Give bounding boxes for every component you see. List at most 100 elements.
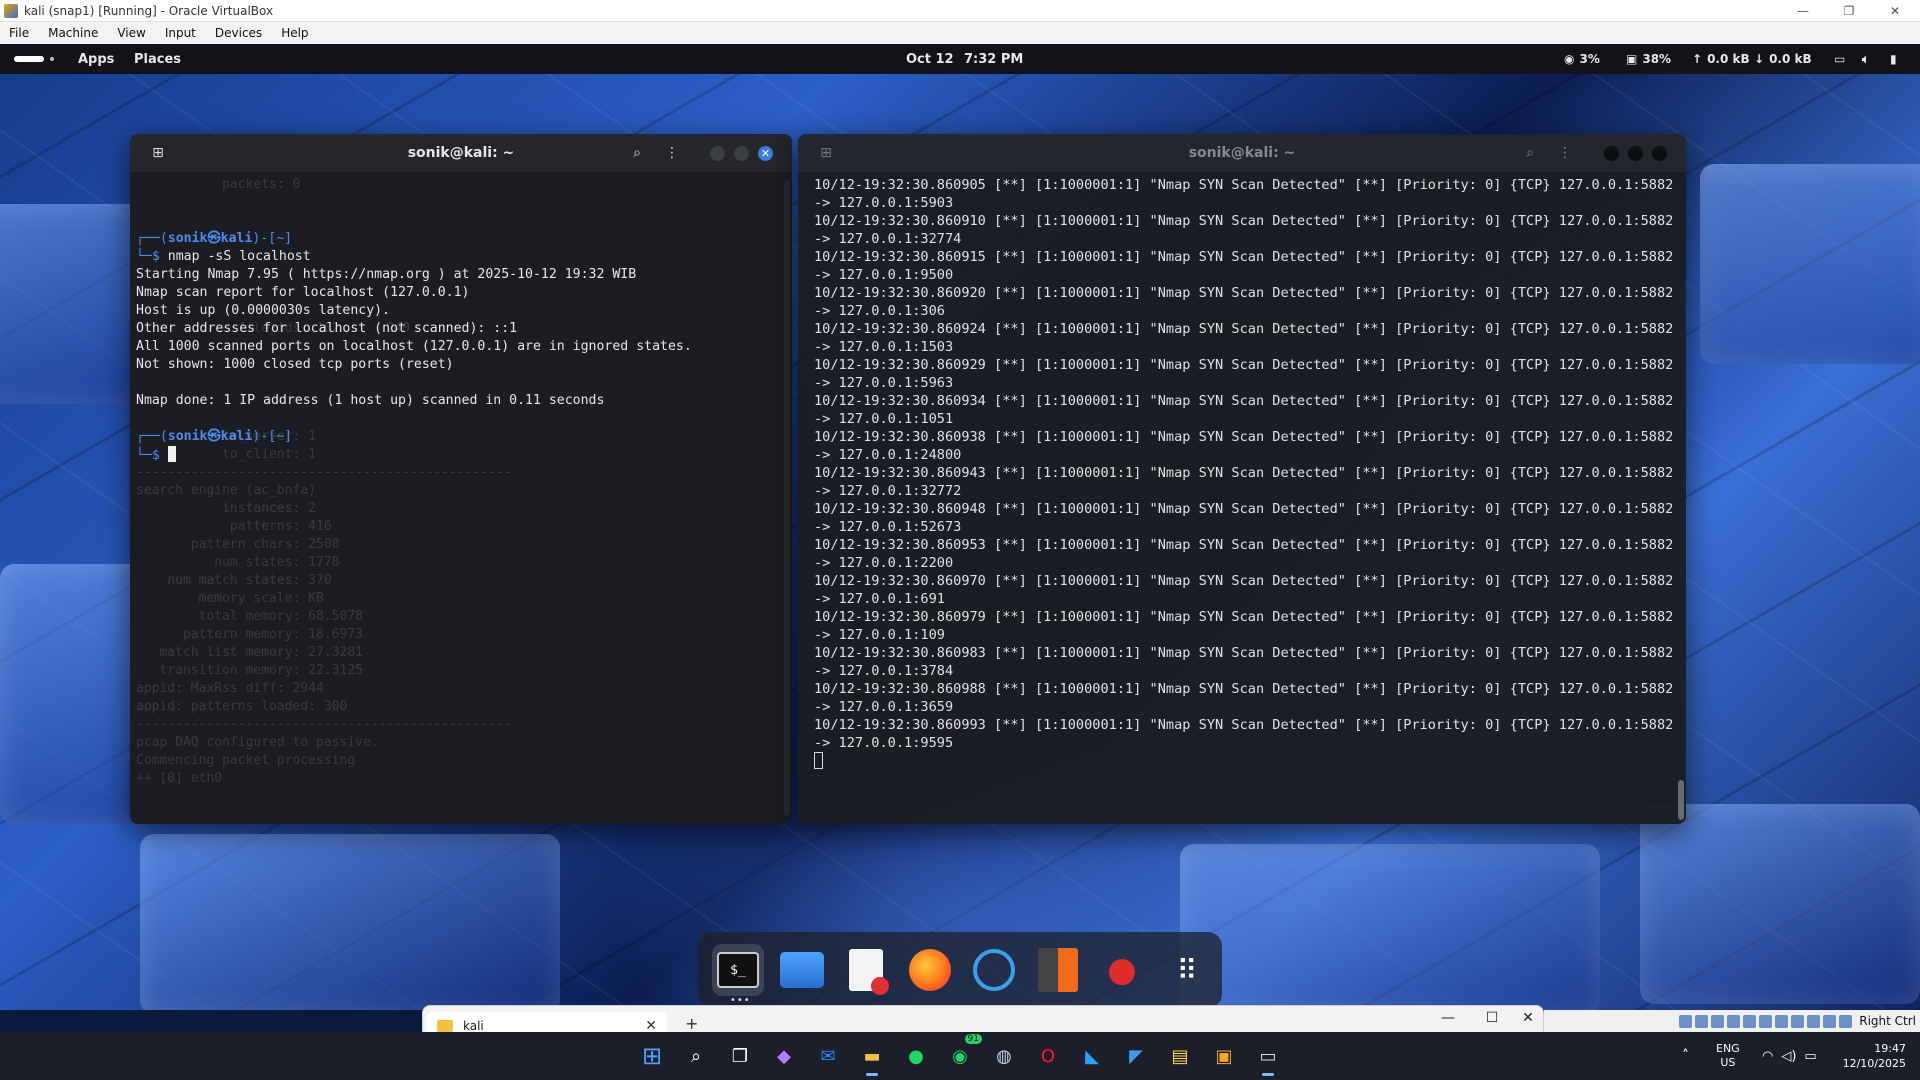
- usb-icon[interactable]: [1743, 1014, 1757, 1028]
- upload-indicator[interactable]: ↑ 0.0 kB: [1692, 44, 1750, 74]
- steam-icon[interactable]: ◍: [988, 1040, 1020, 1072]
- download-indicator[interactable]: ↓ 0.0 kB: [1754, 44, 1812, 74]
- dock-item-terminal[interactable]: $_ •••: [712, 944, 764, 1006]
- host-key-label: Right Ctrl: [1859, 1014, 1916, 1028]
- panel-time[interactable]: 7:32 PM: [964, 44, 1023, 74]
- terminal-icon[interactable]: ▭: [1252, 1040, 1284, 1076]
- menu-machine[interactable]: Machine: [39, 26, 108, 40]
- prompt-box-top: ┌──(: [136, 231, 168, 246]
- dock-item-firefox[interactable]: [904, 944, 956, 996]
- dock-item-text-editor[interactable]: [840, 944, 892, 996]
- maximize-button[interactable]: ☐: [1477, 1010, 1507, 1026]
- battery-icon: ▭: [1804, 1048, 1817, 1064]
- terminal-output[interactable]: packets: 0 file_ids: 102 240 to_server: …: [136, 176, 782, 820]
- display-icon[interactable]: ▭: [1834, 44, 1845, 74]
- cpu-indicator[interactable]: ◉ 3%: [1564, 44, 1600, 74]
- alert-log-text: 10/12-19:32:30.860905 [**] [1:1000001:1]…: [814, 177, 1672, 751]
- whatsapp-icon[interactable]: ◉ 91: [944, 1034, 982, 1072]
- menu-file[interactable]: File: [0, 26, 39, 40]
- panel-date[interactable]: Oct 12: [906, 44, 954, 74]
- minimize-button[interactable]: —: [1433, 1010, 1463, 1026]
- cpu-icon[interactable]: [1807, 1014, 1821, 1028]
- menu-view[interactable]: View: [108, 26, 155, 40]
- copilot-icon[interactable]: ◆: [768, 1040, 800, 1072]
- chevron-up-icon[interactable]: ˄: [1682, 1032, 1689, 1080]
- search-icon[interactable]: ⌕: [1520, 143, 1540, 163]
- folder-icon: [437, 1020, 453, 1032]
- hdd-icon[interactable]: [1679, 1014, 1693, 1028]
- search-icon[interactable]: ⌕: [680, 1040, 712, 1072]
- language-code: ENG: [1716, 1042, 1740, 1055]
- wallpaper-cube: [1640, 804, 1920, 1004]
- keyboard-icon[interactable]: [1839, 1014, 1853, 1028]
- search-icon[interactable]: ⌕: [627, 143, 647, 163]
- dock-item-burpsuite[interactable]: [1032, 944, 1084, 996]
- prompt-symbol: └─$: [136, 249, 168, 264]
- terminal-window-left[interactable]: ⊞ sonik@kali: ~ ⌕ ⋮ ✕ packets: 0 file_id…: [130, 134, 792, 824]
- scrollbar-thumb[interactable]: [1678, 780, 1684, 820]
- memory-indicator[interactable]: ▣ 38%: [1626, 44, 1671, 74]
- volume-icon[interactable]: 🔈︎: [1862, 44, 1869, 74]
- optical-icon[interactable]: [1695, 1014, 1709, 1028]
- app-grid-icon: ⠿: [1176, 953, 1197, 987]
- maximize-button[interactable]: [1628, 146, 1643, 161]
- task-view-icon[interactable]: ❐: [724, 1040, 756, 1072]
- new-tab-button[interactable]: +: [685, 1014, 698, 1033]
- dock-item-cherrytree[interactable]: ●: [1096, 944, 1148, 996]
- workspace-indicator[interactable]: [14, 56, 44, 62]
- wallpaper-cube: [1700, 164, 1920, 364]
- dock-item-files[interactable]: [776, 944, 828, 996]
- prompt-user: sonik㉿kali: [167, 429, 253, 444]
- close-button[interactable]: ✕: [758, 146, 773, 161]
- terminal-header[interactable]: ⊞ sonik@kali: ~ ⌕ ⋮: [798, 134, 1686, 172]
- clock-time: 19:47: [1874, 1042, 1906, 1055]
- close-button[interactable]: ✕: [1513, 1010, 1543, 1026]
- minimize-button[interactable]: —: [1780, 0, 1826, 22]
- mouse-integration-icon[interactable]: [1823, 1014, 1837, 1028]
- scrollbar-track[interactable]: [784, 180, 790, 816]
- places-menu[interactable]: Places: [134, 44, 181, 74]
- outlook-icon[interactable]: ✉: [812, 1040, 844, 1072]
- file-explorer-icon[interactable]: ▬: [856, 1040, 888, 1076]
- menu-icon[interactable]: ⋮: [662, 143, 682, 163]
- maximize-button[interactable]: ❐: [1826, 0, 1872, 22]
- quick-settings[interactable]: ◠ ◁) ▭: [1762, 1032, 1817, 1080]
- minimize-button[interactable]: [710, 146, 725, 161]
- opera-icon[interactable]: O: [1032, 1040, 1064, 1072]
- shared-folder-icon[interactable]: [1759, 1014, 1773, 1028]
- snort-alert-log[interactable]: 10/12-19:32:30.860905 [**] [1:1000001:1]…: [814, 176, 1672, 820]
- terminal-icon: $_: [717, 952, 759, 988]
- start-button[interactable]: ⊞: [636, 1040, 668, 1072]
- menu-input[interactable]: Input: [156, 26, 206, 40]
- workspace-dot[interactable]: [50, 57, 54, 61]
- battery-icon[interactable]: ▮: [1890, 44, 1897, 74]
- apps-menu[interactable]: Apps: [78, 44, 114, 74]
- close-button[interactable]: ✕: [1872, 0, 1918, 22]
- visual-studio-icon[interactable]: ◣: [1076, 1040, 1108, 1072]
- vscode-icon[interactable]: ◤: [1120, 1040, 1152, 1072]
- network-icon[interactable]: [1727, 1014, 1741, 1028]
- language-indicator[interactable]: ENG US: [1716, 1032, 1740, 1080]
- notepad-icon[interactable]: ▤: [1164, 1040, 1196, 1072]
- terminal-title: sonik@kali: ~: [1188, 145, 1296, 161]
- audio-icon[interactable]: [1711, 1014, 1725, 1028]
- maximize-button[interactable]: [734, 146, 749, 161]
- prompt-user: sonik㉿kali: [167, 231, 253, 246]
- menu-icon[interactable]: ⋮: [1555, 143, 1575, 163]
- explorer-tab-label: kali: [463, 1019, 484, 1033]
- minimize-button[interactable]: [1604, 146, 1619, 161]
- virtualbox-icon[interactable]: ▣: [1208, 1040, 1240, 1072]
- menu-devices[interactable]: Devices: [206, 26, 272, 40]
- recording-icon[interactable]: [1791, 1014, 1805, 1028]
- dock-item-app-grid[interactable]: ⠿: [1160, 944, 1212, 996]
- display-icon[interactable]: [1775, 1014, 1789, 1028]
- menu-help[interactable]: Help: [272, 26, 318, 40]
- clock[interactable]: 19:47 12/10/2025: [1836, 1032, 1906, 1080]
- dock-item-wireshark[interactable]: [968, 944, 1020, 996]
- vbox-menu-bar: File Machine View Input Devices Help: [0, 22, 1920, 44]
- spotify-icon[interactable]: ●: [900, 1040, 932, 1072]
- close-button[interactable]: [1652, 146, 1667, 161]
- terminal-window-right[interactable]: ⊞ sonik@kali: ~ ⌕ ⋮ 10/12-19:32:30.86090…: [798, 134, 1686, 824]
- download-value: 0.0 kB: [1769, 52, 1812, 66]
- terminal-header[interactable]: ⊞ sonik@kali: ~ ⌕ ⋮ ✕: [130, 134, 792, 172]
